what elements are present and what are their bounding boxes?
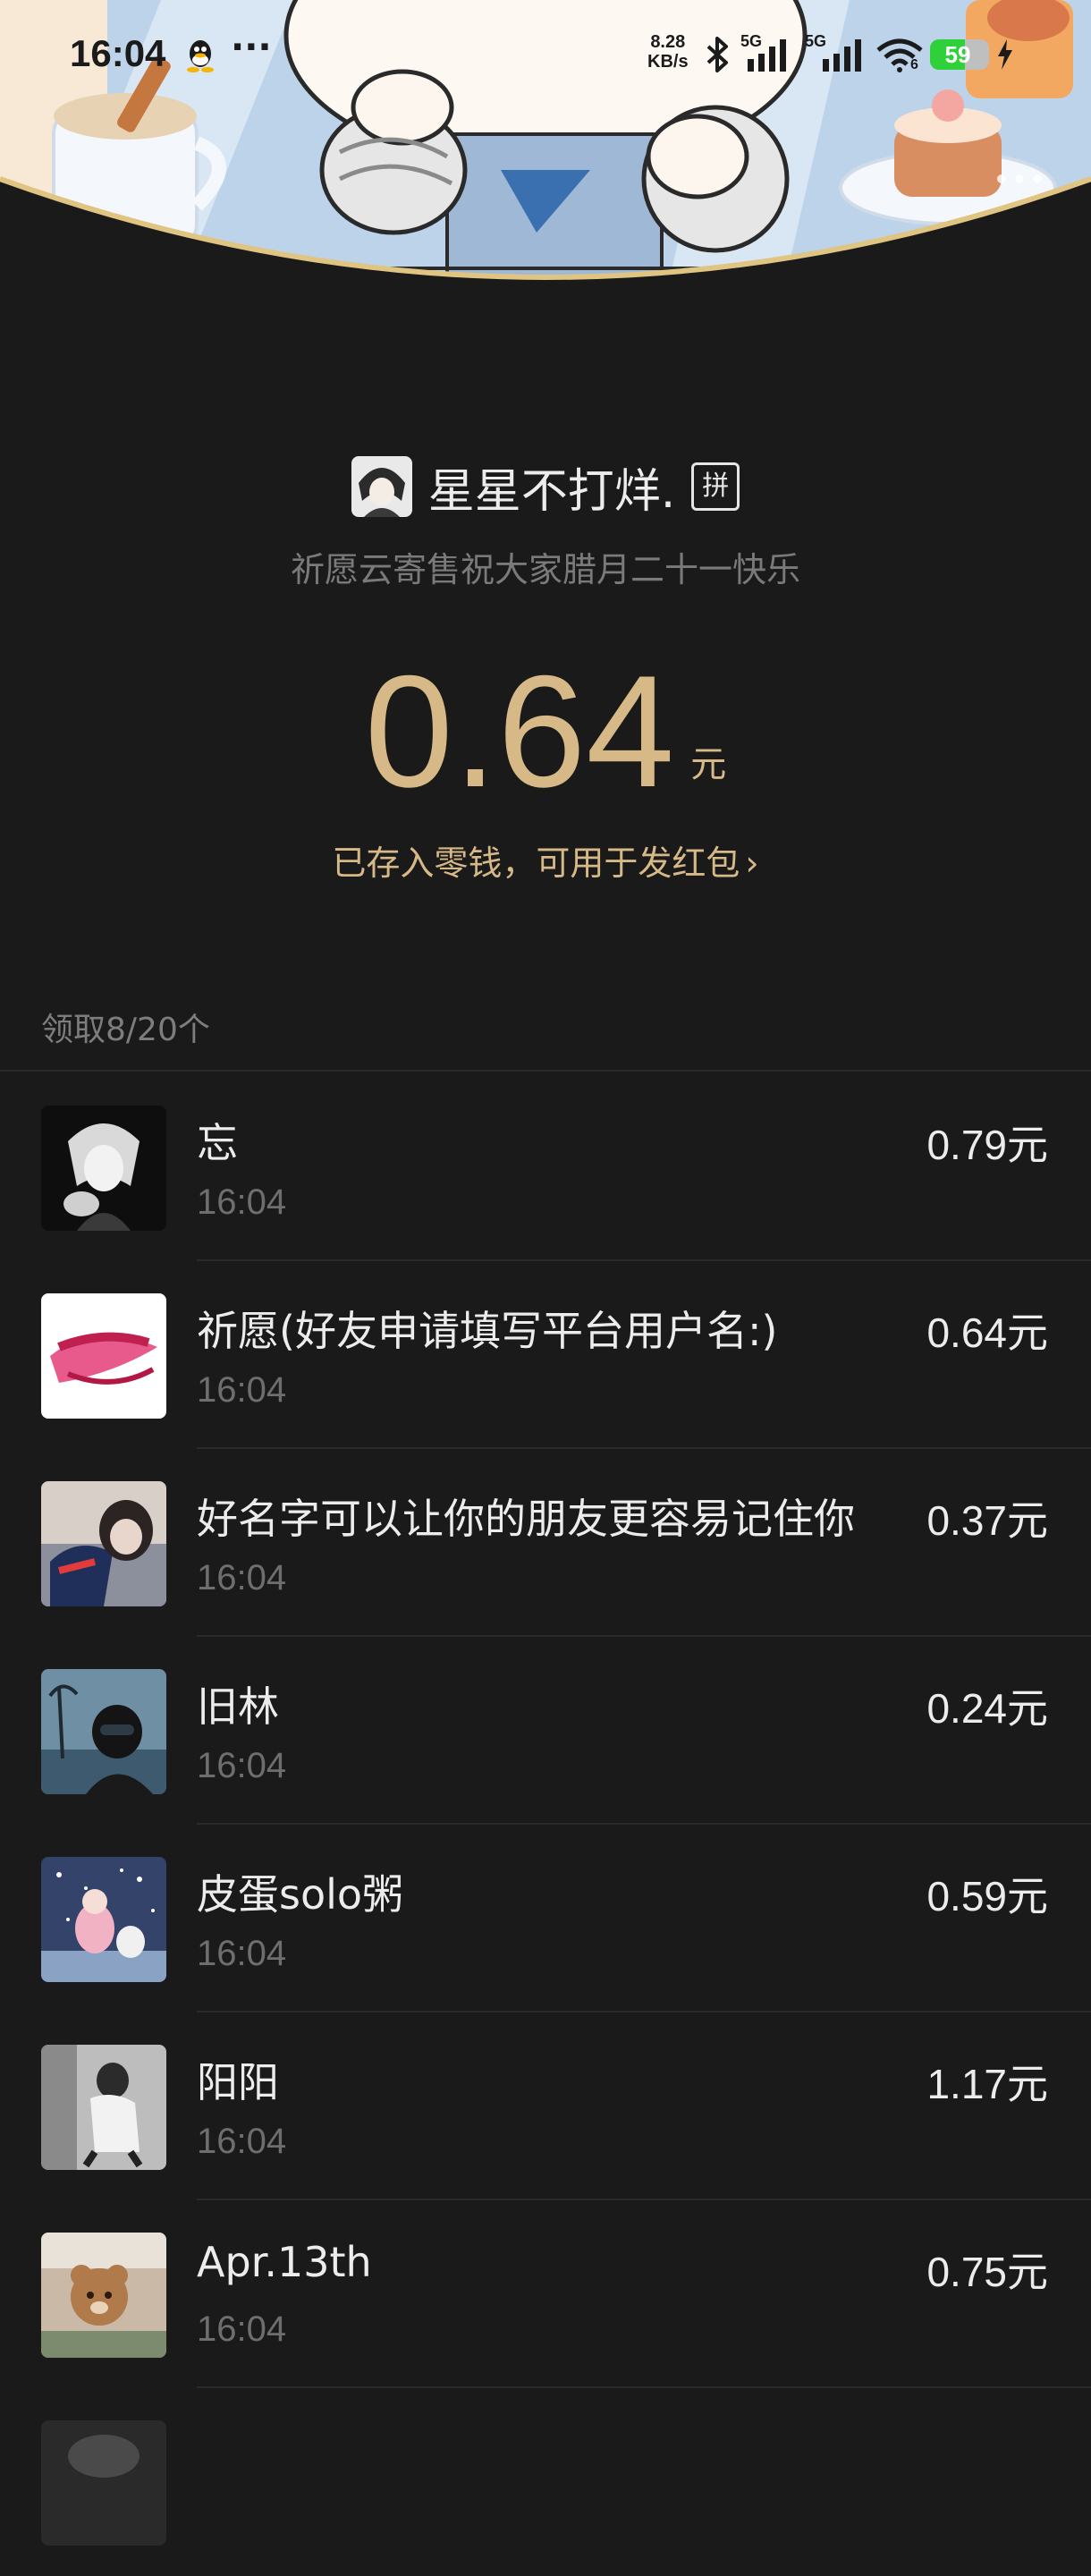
charging-icon xyxy=(996,39,1014,73)
avatar[interactable] xyxy=(41,1293,166,1419)
amount-unit: 元 xyxy=(690,744,727,785)
greeting-message: 祈愿云寄售祝大家腊月二十一快乐 xyxy=(290,550,800,589)
stored-to-wallet-link[interactable]: 已存入零钱，可用于发红包 › xyxy=(0,835,1091,885)
avatar[interactable] xyxy=(41,2045,166,2170)
claim-time: 16:04 xyxy=(197,2309,287,2349)
claim-time: 16:04 xyxy=(197,1370,287,1410)
list-item[interactable]: 好名字可以让你的朋友更容易记住你 16:04 0.37元 xyxy=(0,1449,1091,1637)
recipient-name: 皮蛋solo粥 xyxy=(197,1870,404,1919)
sender-row: 星星不打烊. 拼 xyxy=(0,451,1091,522)
status-bar: 16:04 ··· 8.28 KB/s 5G 5G 6 59 xyxy=(0,0,1091,107)
recipient-name: 旧林 xyxy=(197,1682,279,1731)
sim1-5g-label: 5G xyxy=(740,32,763,50)
claim-amount: 1.17元 xyxy=(926,2061,1048,2107)
claim-time: 16:04 xyxy=(197,2122,287,2161)
avatar[interactable] xyxy=(41,2420,166,2546)
list-item[interactable]: 皮蛋solo粥 16:04 0.59元 xyxy=(0,1825,1091,2012)
received-amount: 0.64 元 xyxy=(0,651,1091,812)
stored-text: 已存入零钱，可用于发红包 xyxy=(332,843,740,883)
bluetooth-icon xyxy=(703,36,733,77)
claim-time: 16:04 xyxy=(197,1746,287,1785)
claim-amount: 0.64元 xyxy=(926,1309,1048,1356)
recipient-list: 忘 16:04 0.79元 祈愿(好友申请填写平台用户名:) 16:04 0.6… xyxy=(0,1073,1091,2576)
list-item[interactable]: Apr.13th 16:04 0.75元 xyxy=(0,2200,1091,2388)
recipient-name: 阳阳 xyxy=(197,2058,279,2106)
avatar[interactable] xyxy=(41,1857,166,1982)
avatar[interactable] xyxy=(41,2233,166,2358)
recipient-name: 好名字可以让你的朋友更容易记住你 xyxy=(197,1495,855,1543)
amount-value: 0.64 xyxy=(364,642,675,820)
list-item[interactable] xyxy=(0,2388,1091,2576)
signal-icon: 5G xyxy=(805,32,873,77)
claim-time: 16:04 xyxy=(197,1934,287,1973)
avatar[interactable] xyxy=(41,1106,166,1231)
claim-amount: 0.24元 xyxy=(926,1685,1048,1732)
claim-time: 16:04 xyxy=(197,1182,287,1222)
battery-icon: 59 xyxy=(930,39,989,70)
signal-icon: 5G xyxy=(740,32,803,77)
wifi-icon: 6 xyxy=(875,38,925,77)
avatar[interactable] xyxy=(41,1481,166,1606)
claim-amount: 0.79元 xyxy=(926,1122,1048,1168)
divider xyxy=(0,1070,1091,1072)
battery-level: 59 xyxy=(944,41,971,68)
chevron-right-icon: › xyxy=(745,843,759,883)
recipient-name: Apr.13th xyxy=(197,2238,372,2286)
recipient-name: 祈愿(好友申请填写平台用户名:) xyxy=(197,1307,778,1355)
recipient-name: 忘 xyxy=(197,1119,238,1167)
list-item[interactable]: 旧林 16:04 0.24元 xyxy=(0,1637,1091,1825)
claim-count: 领取8/20个 xyxy=(41,1012,210,1048)
sender-name: 星星不打烊. xyxy=(427,464,676,519)
avatar[interactable] xyxy=(41,1669,166,1794)
list-item[interactable]: 阳阳 16:04 1.17元 xyxy=(0,2012,1091,2200)
net-speed: 8.28 KB/s xyxy=(647,32,689,72)
claim-amount: 0.59元 xyxy=(926,1873,1048,1919)
status-time: 16:04 xyxy=(70,32,166,74)
net-speed-unit: KB/s xyxy=(647,52,689,72)
wifi-badge: 6 xyxy=(910,57,918,72)
pin-badge: 拼 xyxy=(691,462,740,511)
claim-amount: 0.37元 xyxy=(926,1497,1048,1544)
sim2-5g-label: 5G xyxy=(805,32,827,50)
list-item[interactable]: 祈愿(好友申请填写平台用户名:) 16:04 0.64元 xyxy=(0,1261,1091,1449)
claim-time: 16:04 xyxy=(197,1558,287,1597)
claim-amount: 0.75元 xyxy=(926,2249,1048,2295)
qq-icon xyxy=(184,38,216,77)
net-speed-value: 8.28 xyxy=(650,32,686,52)
sender-avatar[interactable] xyxy=(351,456,412,517)
more-dots-icon: ··· xyxy=(231,27,272,68)
list-item[interactable]: 忘 16:04 0.79元 xyxy=(0,1073,1091,1261)
